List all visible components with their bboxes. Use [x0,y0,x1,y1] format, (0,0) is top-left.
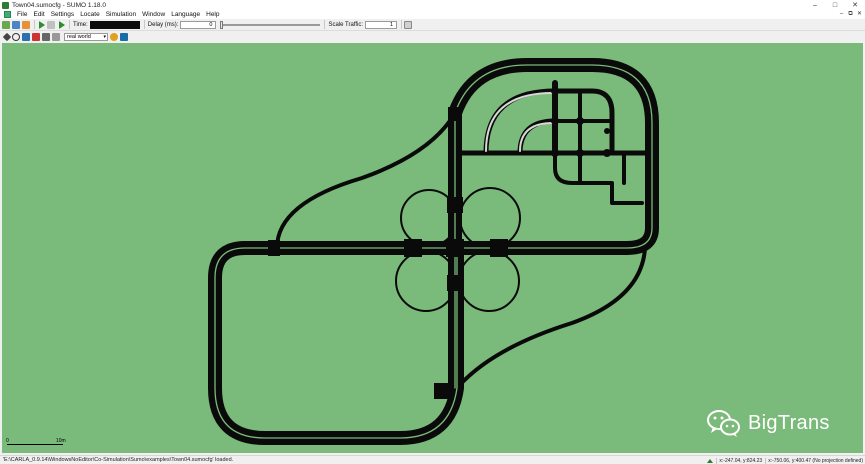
delay-spinner[interactable]: 0 [180,20,217,29]
junction-southwest [434,383,450,399]
toolbar-separator [143,20,145,29]
mouse-position-icon [707,458,714,463]
southwest-loop-road [208,241,464,445]
junction-ne-e [603,149,611,157]
delay-slider-handle[interactable] [220,20,224,29]
main-toolbar: Time: Delay (ms): 0 Scale Traffic: 1 [0,19,865,31]
locate-poi-icon[interactable] [52,32,60,41]
junction-ne-g [604,128,610,134]
cursor-coordinates: x:-247.04, y:824.23 [716,457,762,464]
sweeping-connector-road [455,246,647,390]
toolbar-separator [69,20,70,29]
watermark: BigTrans [706,406,830,440]
geo-coordinates: x:-750.06, y:400.47 (No projection defin… [765,457,863,464]
color-scheme-select[interactable]: real world ▾ [64,32,108,41]
scale-settings-icon[interactable] [404,20,413,29]
open-simulation-icon[interactable] [2,20,10,29]
status-right-panel: x:-247.04, y:824.23 x:-750.06, y:400.47 … [707,456,863,464]
title-bar: Town04.sumocfg - SUMO 1.18.0 – □ ✕ [0,0,865,10]
screenshot-icon[interactable] [120,32,128,41]
zoom-icon[interactable] [12,32,20,41]
maximize-button[interactable]: □ [825,0,845,10]
delay-slider[interactable] [220,20,321,29]
stop-icon[interactable] [47,20,55,29]
view-window-icon[interactable] [4,11,11,18]
scale-traffic-spinner[interactable]: 1 [365,20,398,29]
window-controls: – □ ✕ [805,0,865,10]
junction-north [448,107,462,121]
chevron-down-icon: ▾ [103,33,106,40]
mdi-minimize-button[interactable]: – [838,11,845,18]
junction-ne-b [576,117,584,125]
edit-coloring-icon[interactable] [110,32,118,41]
scale-traffic-label: Scale Traffic: [328,21,364,28]
menu-language[interactable]: Language [171,11,200,18]
color-scheme-value: real world [67,33,91,40]
delay-label: Delay (ms): [147,21,179,28]
window-title: Town04.sumocfg - SUMO 1.18.0 [12,1,106,9]
delay-slider-track [220,23,321,26]
play-icon[interactable] [39,20,45,29]
wechat-icon [706,408,742,438]
time-label: Time: [73,21,88,28]
status-message: 'E:\CARLA_0.9.14\WindowsNoEditor\Co-Simu… [3,457,234,463]
step-icon[interactable] [59,20,65,29]
menu-bar: File Edit Settings Locate Simulation Win… [0,10,865,19]
toolbar-separator [34,20,35,29]
ne-grid-box-lower [553,151,644,205]
southwest-loop-lane-mark [214,247,458,439]
status-bar: 'E:\CARLA_0.9.14\WindowsNoEditor\Co-Simu… [0,455,865,464]
close-button[interactable]: ✕ [845,0,865,10]
junction-ne-c [551,117,559,125]
upper-left-curve-road [275,111,457,250]
reload-icon[interactable] [22,20,30,29]
menu-help[interactable]: Help [206,11,219,18]
junction-west [268,240,280,256]
ne-grid-v3 [610,151,626,185]
view-toolbar: real world ▾ [0,31,865,42]
junction-ne-f [551,149,559,157]
mdi-restore-button[interactable]: ⧉ [847,11,854,18]
junction-upper [447,197,463,213]
time-display [89,20,140,29]
menu-file[interactable]: File [17,11,27,18]
open-network-icon[interactable] [12,20,20,29]
minimize-button[interactable]: – [805,0,825,10]
junction-center [446,239,464,257]
junction-ne-d [576,149,584,157]
road-network [208,58,659,445]
junction-lower [447,275,463,291]
recenter-view-icon[interactable] [2,32,12,41]
watermark-text: BigTrans [748,411,830,434]
scale-bar-line [7,444,63,445]
locate-junction-icon[interactable] [22,32,30,41]
toolbar-separator [324,20,326,29]
menu-settings[interactable]: Settings [51,11,75,18]
mdi-controls: – ⧉ ✕ [838,10,863,19]
toolbar-separator [401,20,403,29]
menu-window[interactable]: Window [142,11,165,18]
locate-vehicle-icon[interactable] [32,32,40,41]
menu-simulation[interactable]: Simulation [106,11,136,18]
clover-ring-se [458,250,520,312]
network-canvas[interactable] [2,43,863,453]
sumo-app-icon [2,1,9,9]
junction-center-left [404,239,422,257]
junction-ne-a [551,87,559,95]
mdi-close-button[interactable]: ✕ [856,11,863,18]
menu-locate[interactable]: Locate [80,11,100,18]
scale-bar: 0 10m [6,438,70,446]
junction-center-right [490,239,508,257]
locate-edge-icon[interactable] [42,32,50,41]
menu-edit[interactable]: Edit [33,11,44,18]
